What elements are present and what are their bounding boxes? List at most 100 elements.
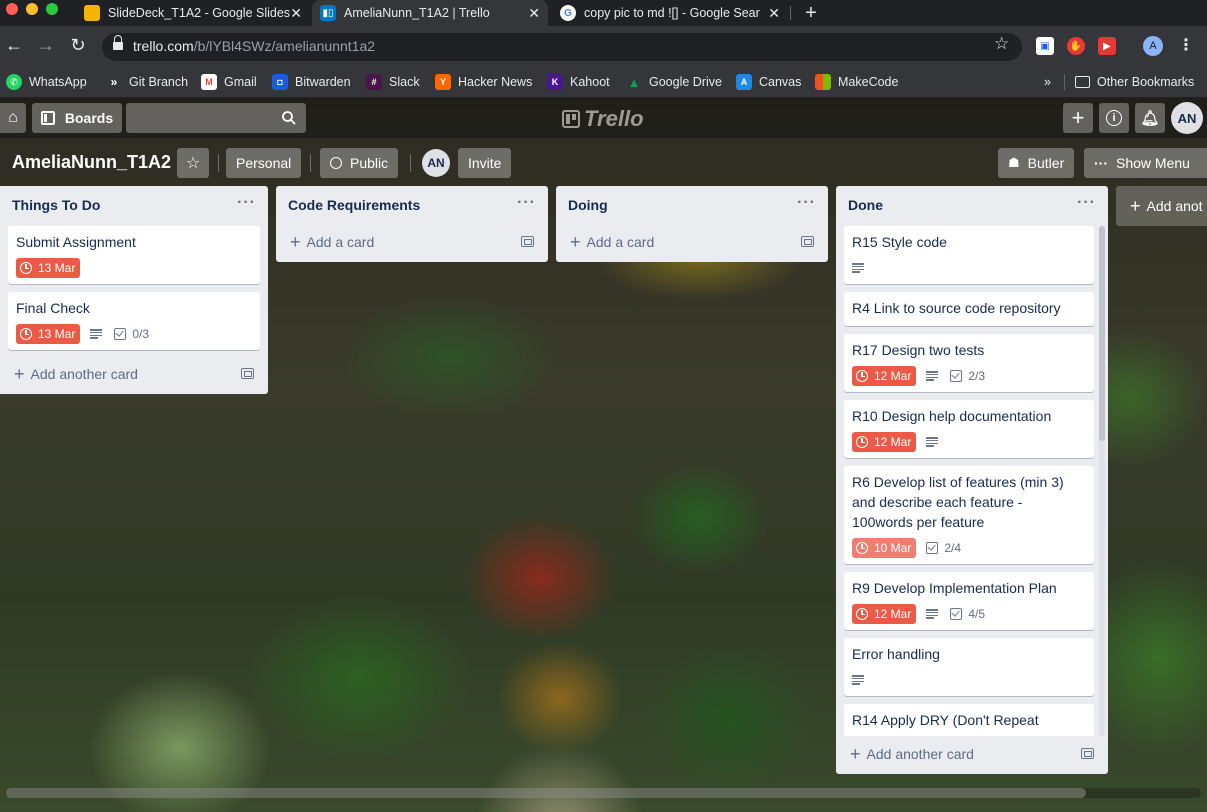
url-text[interactable]: trello.com/b/lYBl4SWz/amelianunnt1a2 bbox=[133, 38, 375, 54]
add-list-button[interactable]: + Add anot bbox=[1116, 186, 1207, 226]
butler-button[interactable]: ☗ Butler bbox=[998, 148, 1075, 178]
show-menu-button[interactable]: ··· Show Menu bbox=[1084, 148, 1207, 178]
list-menu-icon[interactable]: ··· bbox=[237, 194, 256, 212]
trello-logo[interactable]: Trello bbox=[562, 106, 644, 132]
board-search-input[interactable] bbox=[126, 103, 306, 133]
list-cards-scroll[interactable]: R15 Style code R4 Link to source code re… bbox=[836, 226, 1108, 736]
bookmark-slack[interactable]: # Slack bbox=[366, 71, 420, 93]
add-card-button[interactable]: + Add a card bbox=[276, 226, 548, 258]
list-header[interactable]: Done ··· bbox=[836, 186, 1108, 226]
due-date-badge[interactable]: 12 Mar bbox=[852, 432, 917, 452]
board-title[interactable]: AmeliaNunn_T1A2 bbox=[12, 152, 171, 173]
close-tab-icon[interactable]: ✕ bbox=[768, 5, 780, 22]
card-template-icon[interactable] bbox=[801, 236, 814, 247]
card-r17[interactable]: R17 Design two tests 12 Mar 2/3 bbox=[844, 334, 1094, 392]
tab-trello[interactable]: ▮▯ AmeliaNunn_T1A2 | Trello ✕ bbox=[312, 0, 548, 26]
bookmark-canvas[interactable]: A Canvas bbox=[736, 71, 801, 93]
card-r10[interactable]: R10 Design help documentation 12 Mar bbox=[844, 400, 1094, 458]
bookmark-bitwarden[interactable]: ◘ Bitwarden bbox=[272, 71, 351, 93]
bookmarks-overflow[interactable]: » bbox=[1044, 71, 1051, 93]
profile-avatar[interactable]: A bbox=[1143, 36, 1163, 56]
tab-slides[interactable]: SlideDeck_T1A2 - Google Slides ✕ bbox=[76, 0, 310, 26]
bookmark-google-drive[interactable]: ▲ Google Drive bbox=[626, 71, 722, 93]
star-icon: ☆ bbox=[185, 155, 201, 172]
card-r4[interactable]: R4 Link to source code repository bbox=[844, 292, 1094, 326]
list-menu-icon[interactable]: ··· bbox=[1077, 194, 1096, 212]
new-tab-button[interactable]: + bbox=[800, 2, 822, 25]
list-done: Done ··· R15 Style code R4 Link to sourc… bbox=[836, 186, 1108, 774]
card-template-icon[interactable] bbox=[1081, 748, 1094, 759]
browser-menu-icon[interactable]: ⋮ bbox=[1178, 35, 1194, 55]
user-avatar[interactable]: AN bbox=[1171, 102, 1203, 134]
card-title: Submit Assignment bbox=[16, 234, 136, 250]
bookmark-gmail[interactable]: M Gmail bbox=[201, 71, 257, 93]
visibility-button[interactable]: Public bbox=[320, 148, 399, 178]
due-date-badge[interactable]: 12 Mar bbox=[852, 366, 917, 386]
home-button[interactable]: ⌂ bbox=[0, 103, 26, 133]
home-icon: ⌂ bbox=[8, 109, 18, 126]
gmail-icon: M bbox=[201, 74, 217, 90]
back-icon[interactable]: ← bbox=[3, 35, 25, 56]
list-menu-icon[interactable]: ··· bbox=[797, 194, 816, 212]
bookmark-other[interactable]: Other Bookmarks bbox=[1075, 71, 1194, 93]
card-r9[interactable]: R9 Develop Implementation Plan 12 Mar 4/… bbox=[844, 572, 1094, 630]
boards-button[interactable]: Boards bbox=[32, 103, 122, 133]
team-visibility-button[interactable]: Personal bbox=[226, 148, 302, 178]
list-title[interactable]: Doing bbox=[568, 197, 608, 213]
card-final-check[interactable]: Final Check 13 Mar 0/3 bbox=[8, 292, 260, 350]
bookmark-hacker-news[interactable]: Y Hacker News bbox=[435, 71, 532, 93]
invite-button[interactable]: Invite bbox=[458, 148, 512, 178]
due-date-badge[interactable]: 13 Mar bbox=[16, 258, 81, 278]
list-title[interactable]: Code Requirements bbox=[288, 197, 420, 213]
description-icon bbox=[90, 329, 103, 339]
bookmark-label: Hacker News bbox=[458, 75, 533, 89]
list-title[interactable]: Things To Do bbox=[12, 197, 100, 213]
close-window-button[interactable] bbox=[6, 3, 18, 15]
card-submit-assignment[interactable]: Submit Assignment 13 Mar bbox=[8, 226, 260, 284]
board-member-avatar[interactable]: AN bbox=[422, 149, 450, 177]
info-icon: i bbox=[1106, 110, 1122, 126]
list-title[interactable]: Done bbox=[848, 197, 883, 213]
card-r15[interactable]: R15 Style code bbox=[844, 226, 1094, 284]
card-r14[interactable]: R14 Apply DRY (Don't Repeat bbox=[844, 704, 1094, 736]
forward-icon[interactable]: → bbox=[35, 35, 57, 56]
info-button[interactable]: i bbox=[1099, 103, 1129, 133]
board-scrollbar-thumb[interactable] bbox=[6, 788, 1086, 798]
card-template-icon[interactable] bbox=[241, 368, 254, 379]
notifications-button[interactable]: 🔔︎ bbox=[1135, 103, 1165, 133]
list-scrollbar-thumb[interactable] bbox=[1099, 226, 1105, 441]
list-header[interactable]: Code Requirements ··· bbox=[276, 186, 548, 226]
add-card-button[interactable]: + Add another card bbox=[836, 738, 1108, 770]
card-template-icon[interactable] bbox=[521, 236, 534, 247]
list-header[interactable]: Things To Do ··· bbox=[0, 186, 268, 226]
list-menu-icon[interactable]: ··· bbox=[517, 194, 536, 212]
card-r6[interactable]: R6 Develop list of features (min 3) and … bbox=[844, 466, 1094, 564]
extension-icon[interactable]: ▶ bbox=[1098, 37, 1116, 55]
due-date-badge[interactable]: 12 Mar bbox=[852, 604, 917, 624]
minimize-window-button[interactable] bbox=[26, 3, 38, 15]
bookmark-star-icon[interactable]: ☆ bbox=[994, 34, 1009, 54]
bookmark-whatsapp[interactable]: ✆ WhatsApp bbox=[6, 71, 87, 93]
add-card-button[interactable]: + Add another card bbox=[0, 358, 268, 390]
lock-icon[interactable] bbox=[113, 35, 123, 52]
due-date-badge[interactable]: 13 Mar bbox=[16, 324, 81, 344]
list-scrollbar[interactable] bbox=[1099, 226, 1105, 736]
close-tab-icon[interactable]: ✕ bbox=[528, 5, 540, 22]
tab-google-search[interactable]: G copy pic to md ![] - Google Search ✕ bbox=[552, 0, 788, 26]
close-tab-icon[interactable]: ✕ bbox=[290, 5, 302, 22]
bookmark-makecode[interactable]: MakeCode bbox=[815, 71, 898, 93]
list-header[interactable]: Doing ··· bbox=[556, 186, 828, 226]
star-board-button[interactable]: ☆ bbox=[177, 148, 209, 178]
board-horizontal-scrollbar[interactable] bbox=[6, 788, 1201, 798]
add-card-button[interactable]: + Add a card bbox=[556, 226, 828, 258]
adblock-extension-icon[interactable]: ✋ bbox=[1067, 37, 1085, 55]
bookmark-kahoot[interactable]: K Kahoot bbox=[547, 71, 610, 93]
bookmark-git-branch[interactable]: » Git Branch bbox=[106, 71, 188, 93]
create-button[interactable]: + bbox=[1063, 103, 1093, 133]
card-error-handling[interactable]: Error handling bbox=[844, 638, 1094, 696]
clock-icon bbox=[856, 370, 868, 382]
reload-icon[interactable]: ↻ bbox=[67, 35, 89, 56]
due-date-badge[interactable]: 10 Mar bbox=[852, 538, 917, 558]
maximize-window-button[interactable] bbox=[46, 3, 58, 15]
bitwarden-extension-icon[interactable]: ▣ bbox=[1036, 37, 1054, 55]
